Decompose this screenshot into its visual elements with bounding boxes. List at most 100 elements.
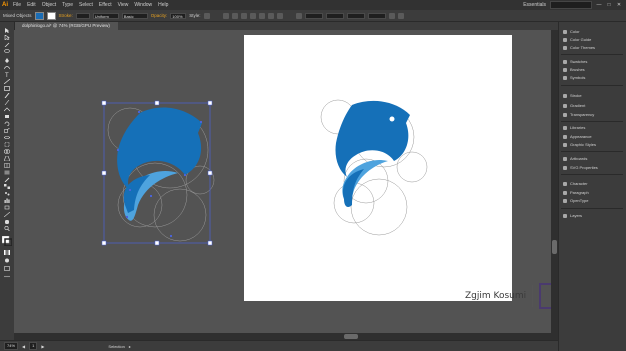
menu-edit[interactable]: Edit — [24, 2, 39, 8]
pen-tool-icon[interactable] — [4, 58, 10, 63]
panel-symbols[interactable]: Symbols — [563, 74, 585, 81]
selected-dolphin-artwork[interactable] — [90, 95, 230, 255]
panel-appearance[interactable]: Appearance — [563, 133, 592, 140]
mesh-tool-icon[interactable] — [4, 163, 10, 168]
eyedropper-tool-icon[interactable] — [4, 177, 10, 182]
menu-effect[interactable]: Effect — [96, 2, 115, 8]
panel-svg-properties[interactable]: SVG Properties — [563, 164, 598, 171]
fill-stroke-icon[interactable] — [2, 236, 12, 246]
scale-tool-icon[interactable] — [4, 128, 10, 133]
artboard[interactable] — [244, 35, 512, 301]
width-field[interactable] — [346, 12, 365, 19]
shape-builder-tool-icon[interactable] — [4, 149, 10, 154]
slice-tool-icon[interactable] — [4, 212, 10, 217]
edit-toolbar-icon[interactable] — [4, 274, 10, 279]
width-tool-icon[interactable] — [4, 135, 10, 140]
graphic-style-icon[interactable] — [203, 12, 210, 19]
close-button[interactable]: ✕ — [616, 2, 622, 8]
menu-select[interactable]: Select — [76, 2, 96, 8]
magic-wand-tool-icon[interactable] — [4, 42, 10, 47]
panel-color-themes[interactable]: Color Themes — [563, 44, 595, 51]
selection-tool-icon[interactable] — [4, 28, 10, 33]
align-top-icon[interactable] — [258, 12, 265, 19]
screen-mode-icon[interactable] — [4, 266, 10, 271]
artboard-number-field[interactable]: 1 — [29, 342, 38, 350]
variable-width-select[interactable]: Uniform — [92, 12, 119, 19]
draw-mode-icon[interactable] — [4, 258, 10, 263]
document-tab[interactable]: dolphinlogo.ai* @ 74% (RGB/GPU Preview) — [14, 22, 118, 30]
vertical-scrollbar[interactable] — [551, 30, 558, 333]
eraser-tool-icon[interactable] — [4, 114, 10, 119]
symbol-sprayer-tool-icon[interactable] — [4, 191, 10, 196]
menu-type[interactable]: Type — [59, 2, 76, 8]
brush-select[interactable]: Basic — [121, 12, 148, 19]
paintbrush-tool-icon[interactable] — [4, 93, 10, 98]
panel-gradient[interactable]: Gradient — [563, 102, 585, 109]
horizontal-scroll-thumb[interactable] — [344, 334, 358, 339]
panel-character[interactable]: Character — [563, 180, 588, 187]
recolor-artwork-icon[interactable] — [222, 12, 229, 19]
align-middle-icon[interactable] — [267, 12, 274, 19]
align-bottom-icon[interactable] — [276, 12, 283, 19]
panel-menu-icon[interactable] — [397, 12, 404, 19]
height-field[interactable] — [367, 12, 386, 19]
panel-paragraph[interactable]: Paragraph — [563, 189, 589, 196]
opacity-field[interactable]: 100% — [170, 12, 187, 19]
stroke-swatch[interactable] — [46, 11, 56, 20]
stroke-label[interactable]: Stroke: — [59, 13, 73, 18]
panel-color[interactable]: Color — [563, 28, 580, 35]
panel-opentype[interactable]: OpenType — [563, 197, 588, 204]
horizontal-scrollbar[interactable] — [14, 333, 558, 340]
minimize-button[interactable]: — — [596, 2, 602, 8]
maximize-button[interactable]: □ — [606, 2, 612, 8]
rectangle-tool-icon[interactable] — [4, 86, 10, 91]
pencil-tool-icon[interactable] — [4, 100, 10, 105]
workspace-switcher[interactable]: Essentials — [523, 2, 546, 8]
line-tool-icon[interactable] — [4, 79, 10, 84]
menu-file[interactable]: File — [10, 2, 24, 8]
blend-tool-icon[interactable] — [4, 184, 10, 189]
align-center-icon[interactable] — [240, 12, 247, 19]
zoom-tool-icon[interactable] — [4, 226, 10, 231]
panel-transparency[interactable]: Transparency — [563, 111, 594, 118]
zoom-level-field[interactable]: 74% — [4, 342, 19, 350]
gradient-tool-icon[interactable] — [4, 170, 10, 175]
artboard-tool-icon[interactable] — [4, 205, 10, 210]
artboard-prev-icon[interactable]: ◀ — [22, 344, 25, 349]
stroke-weight-field[interactable] — [75, 12, 90, 19]
menu-window[interactable]: Window — [131, 2, 155, 8]
panel-layers[interactable]: Layers — [563, 212, 582, 219]
shaper-tool-icon[interactable] — [4, 107, 10, 112]
direct-selection-tool-icon[interactable] — [4, 35, 10, 40]
lasso-tool-icon[interactable] — [4, 49, 10, 54]
isolate-icon[interactable] — [388, 12, 395, 19]
menu-object[interactable]: Object — [39, 2, 59, 8]
x-field[interactable] — [304, 12, 323, 19]
status-menu-icon[interactable]: ▸ — [129, 344, 131, 349]
artboard-next-icon[interactable]: ▶ — [41, 344, 44, 349]
color-mode-icon[interactable] — [4, 250, 10, 255]
dolphin-logo-artwork[interactable] — [314, 95, 444, 245]
menu-view[interactable]: View — [115, 2, 132, 8]
panel-stroke[interactable]: Stroke — [563, 92, 582, 99]
free-transform-tool-icon[interactable] — [4, 142, 10, 147]
panel-artboards[interactable]: Artboards — [563, 155, 587, 162]
hand-tool-icon[interactable] — [4, 219, 10, 224]
panel-color-guide[interactable]: Color Guide — [563, 36, 591, 43]
panel-libraries[interactable]: Libraries — [563, 124, 585, 131]
column-graph-tool-icon[interactable] — [4, 198, 10, 203]
menu-help[interactable]: Help — [155, 2, 171, 8]
curvature-tool-icon[interactable] — [4, 65, 10, 70]
align-left-icon[interactable] — [231, 12, 238, 19]
fill-swatch[interactable] — [34, 11, 44, 20]
y-field[interactable] — [325, 12, 344, 19]
opacity-label[interactable]: Opacity: — [151, 13, 168, 18]
rotate-tool-icon[interactable] — [4, 121, 10, 126]
perspective-grid-tool-icon[interactable] — [4, 156, 10, 161]
help-search-input[interactable] — [550, 1, 592, 9]
panel-brushes[interactable]: Brushes — [563, 66, 585, 73]
vertical-scroll-thumb[interactable] — [552, 240, 557, 254]
type-tool-icon[interactable]: T — [4, 72, 10, 77]
transform-icon[interactable] — [295, 12, 302, 19]
panel-graphic-styles[interactable]: Graphic Styles — [563, 141, 596, 148]
